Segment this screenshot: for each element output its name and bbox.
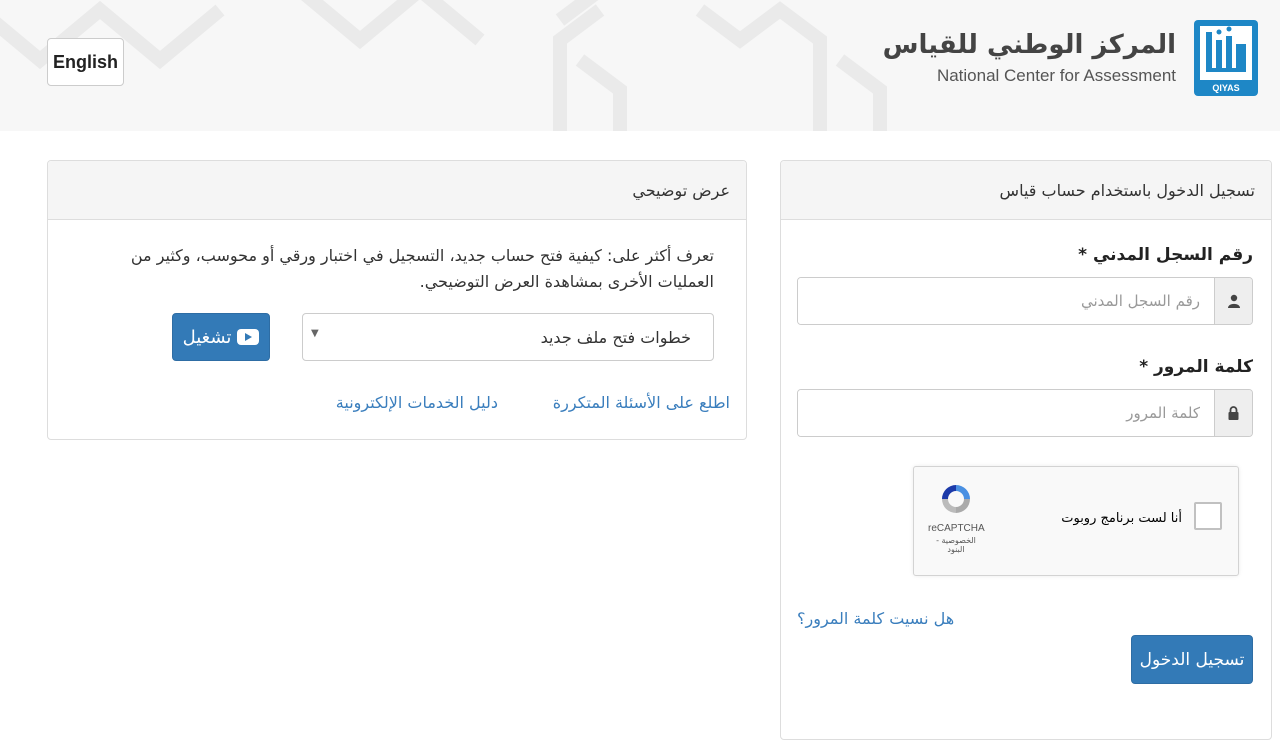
demo-topic-select[interactable]: خطوات فتح ملف جديد ▼	[302, 313, 714, 361]
demo-panel-header: عرض توضيحي	[48, 161, 746, 220]
demo-topic-selected: خطوات فتح ملف جديد	[540, 327, 691, 347]
eservices-guide-link[interactable]: دليل الخدمات الإلكترونية	[336, 393, 498, 412]
demo-description: تعرف أكثر على: كيفية فتح حساب جديد، التس…	[130, 246, 714, 291]
login-button[interactable]: تسجيل الدخول	[1131, 635, 1253, 684]
user-icon	[1214, 278, 1252, 324]
brand-text: المركز الوطني للقياس National Center for…	[883, 30, 1176, 85]
login-panel: تسجيل الدخول باستخدام حساب قياس رقم السج…	[780, 160, 1272, 740]
svg-text:QIYAS: QIYAS	[1212, 83, 1239, 93]
password-label: كلمة المرور *	[1139, 357, 1253, 377]
brand: المركز الوطني للقياس National Center for…	[883, 18, 1260, 98]
forgot-password-link[interactable]: هل نسيت كلمة المرور؟	[797, 609, 954, 628]
recaptcha-checkbox[interactable]	[1194, 502, 1222, 530]
brand-title-english: National Center for Assessment	[936, 65, 1176, 85]
site-header: English المركز الوطني للقياس National Ce…	[0, 0, 1280, 131]
recaptcha-icon	[942, 485, 970, 513]
language-toggle-button[interactable]: English	[47, 38, 124, 86]
recaptcha-links[interactable]: الخصوصية - البنود	[928, 536, 984, 554]
youtube-play-icon	[237, 329, 260, 345]
login-panel-title: تسجيل الدخول باستخدام حساب قياس	[999, 180, 1255, 200]
lock-icon	[1214, 390, 1252, 436]
password-input[interactable]	[798, 390, 1214, 436]
demo-panel: عرض توضيحي تعرف أكثر على: كيفية فتح حساب…	[47, 160, 747, 440]
login-panel-header: تسجيل الدخول باستخدام حساب قياس	[781, 161, 1271, 220]
recaptcha-label: أنا لست برنامج روبوت	[1061, 511, 1182, 526]
faq-link[interactable]: اطلع على الأسئلة المتكررة	[553, 393, 730, 412]
civil-id-label: رقم السجل المدني *	[1078, 245, 1253, 265]
password-input-group	[797, 389, 1253, 437]
play-button[interactable]: تشغيل	[172, 313, 270, 361]
dropdown-arrow-icon: ▼	[311, 328, 319, 339]
brand-title-arabic: المركز الوطني للقياس	[882, 30, 1176, 61]
demo-panel-title: عرض توضيحي	[632, 180, 730, 200]
qiyas-logo: QIYAS	[1194, 20, 1258, 96]
recaptcha-brand: reCAPTCHA	[928, 523, 985, 534]
civil-id-input[interactable]	[798, 278, 1214, 324]
recaptcha-logo: reCAPTCHA الخصوصية - البنود	[928, 481, 985, 554]
civil-id-input-group	[797, 277, 1253, 325]
recaptcha-widget: أنا لست برنامج روبوت reCAPTCHA الخصوصية …	[913, 466, 1239, 576]
play-button-label: تشغيل	[182, 326, 232, 348]
